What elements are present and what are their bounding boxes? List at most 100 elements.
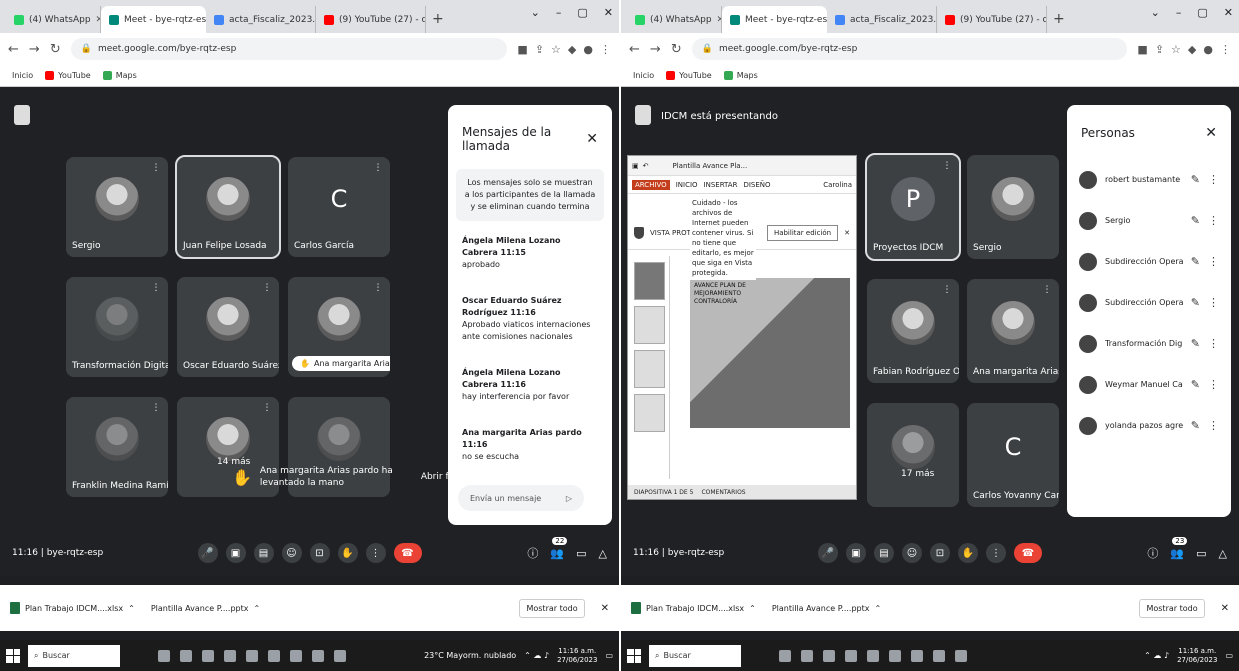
end-call-button[interactable]: ☎ — [393, 543, 422, 563]
app-icon[interactable] — [180, 649, 192, 662]
menu-icon[interactable]: ⋮ — [1220, 43, 1231, 56]
bookmark-inicio[interactable]: Inicio — [12, 71, 33, 80]
maximize-button[interactable]: ▢ — [577, 6, 587, 19]
more-options-icon[interactable]: ⋮ — [1208, 173, 1219, 186]
app-icon[interactable] — [911, 649, 923, 662]
taskbar-search[interactable]: ⌕ Buscar — [649, 644, 741, 667]
tray-icons[interactable]: ⌃ ☁ ♪ — [524, 651, 549, 660]
download-item[interactable]: Plantilla Avance P....pptx ⌃ — [6, 604, 260, 665]
participant-tile[interactable]: C ⋮ Carlos García — [288, 157, 390, 257]
participant-tile[interactable]: ⋮ Ana margarita Arias pardo — [967, 279, 1059, 383]
app-icon[interactable] — [312, 649, 324, 662]
tab-meet[interactable]: Meet - bye-rqtz-esp ✕ — [101, 6, 206, 33]
profile-icon[interactable]: ● — [583, 43, 593, 56]
activities-icon[interactable]: △ — [599, 547, 607, 560]
camera-icon[interactable]: ▣ — [225, 543, 246, 563]
participant-row[interactable]: Sergio ✎ ⋮ — [1067, 200, 1231, 241]
app-icon[interactable] — [801, 649, 813, 662]
captions-icon[interactable]: ▤ — [253, 543, 274, 563]
pin-icon[interactable]: ✎ — [1191, 255, 1200, 268]
app-icon[interactable] — [224, 649, 236, 662]
participant-tile[interactable]: C Carlos Yovanny Caro Mil... — [967, 403, 1059, 507]
participant-row[interactable]: Transformación Digital I...✎⋮ — [1067, 323, 1231, 364]
notifications-icon[interactable]: ▭ — [1225, 651, 1233, 660]
app-icon[interactable] — [889, 649, 901, 662]
app-icon[interactable] — [290, 649, 302, 662]
app-icon[interactable] — [933, 649, 945, 662]
participant-tile[interactable]: ⋮ Oscar Eduardo Suárez Rodr... — [177, 277, 279, 377]
clock[interactable]: 11:16 a.m. 27/06/2023 — [1177, 647, 1217, 665]
raise-hand-icon[interactable]: ✋ — [958, 543, 978, 563]
clock[interactable]: 11:16 a.m. 27/06/2023 — [557, 647, 597, 665]
more-options-icon[interactable]: ⋮ — [1208, 214, 1219, 227]
participant-row[interactable]: Weymar Manuel Carr...✎⋮ — [1067, 364, 1231, 405]
participant-tile[interactable]: ⋮ Franklin Medina Ramírez — [66, 397, 168, 497]
share-icon[interactable]: ⇪ — [535, 43, 544, 56]
app-icon[interactable] — [268, 649, 280, 662]
reload-icon[interactable]: ↻ — [50, 42, 61, 57]
camera-icon[interactable]: ▣ — [846, 543, 866, 563]
mic-icon[interactable]: 🎤 — [818, 543, 838, 563]
app-icon[interactable] — [823, 649, 835, 662]
tab-whatsapp[interactable]: (4) WhatsApp ✕ — [6, 6, 101, 33]
extensions-icon[interactable]: ◆ — [1188, 43, 1196, 56]
participant-row[interactable]: Subdirección Operativa✎⋮ — [1067, 241, 1231, 282]
participant-row[interactable]: robert bustamante ✎ ⋮ — [1067, 159, 1231, 200]
participant-tile[interactable]: 17 más — [867, 403, 959, 507]
close-icon[interactable]: ✕ — [1205, 125, 1217, 141]
windows-start-icon[interactable] — [6, 648, 20, 663]
minimize-button[interactable]: – — [556, 6, 562, 19]
maximize-button[interactable]: ▢ — [1197, 6, 1207, 19]
close-window-button[interactable]: ✕ — [1224, 6, 1233, 19]
participant-row[interactable]: yolanda pazos agredo✎⋮ — [1067, 405, 1231, 446]
more-options-icon[interactable]: ⋮ — [1208, 255, 1219, 268]
info-icon[interactable]: ⓘ — [1147, 545, 1158, 561]
tab-youtube[interactable]: (9) YouTube (27) - cap... ✕ — [937, 6, 1047, 33]
forward-icon[interactable]: → — [29, 42, 40, 57]
app-icon[interactable] — [202, 649, 214, 662]
windows-start-icon[interactable] — [627, 648, 641, 663]
new-tab-button[interactable]: + — [1047, 6, 1071, 33]
new-tab-button[interactable]: + — [426, 6, 450, 33]
star-icon[interactable]: ☆ — [551, 43, 561, 56]
participant-tile[interactable]: ⋮ Transformación Digital IDCM — [66, 277, 168, 377]
url-input[interactable]: 🔒 meet.google.com/bye-rqtz-esp — [70, 38, 508, 60]
weather-status[interactable]: 23°C Mayorm. nublado — [424, 651, 516, 660]
chat-icon[interactable]: ▭ — [1196, 547, 1206, 560]
bookmark-inicio[interactable]: Inicio — [633, 71, 654, 80]
bookmark-maps[interactable]: Maps — [723, 71, 758, 80]
captions-icon[interactable]: ▤ — [874, 543, 894, 563]
send-icon[interactable]: ▷ — [566, 494, 572, 503]
end-call-button[interactable]: ☎ — [1014, 543, 1042, 563]
menu-icon[interactable]: ⋮ — [600, 43, 611, 56]
close-icon[interactable]: ✕ — [1221, 603, 1229, 614]
participant-tile[interactable]: ⋮ ✋ Ana margarita Arias pardo — [288, 277, 390, 377]
chevron-down-icon[interactable]: ⌄ — [1151, 6, 1160, 19]
show-all-button[interactable]: Mostrar todo — [1139, 598, 1205, 618]
reload-icon[interactable]: ↻ — [671, 42, 682, 57]
chat-icon[interactable]: ▭ — [576, 547, 586, 560]
app-icon[interactable] — [955, 649, 967, 662]
tab-pdf[interactable]: acta_Fiscaliz_2023.pdf ✕ — [206, 6, 316, 33]
profile-icon[interactable]: ● — [1203, 43, 1213, 56]
app-icon[interactable] — [779, 649, 791, 662]
participant-tile[interactable]: Juan Felipe Losada — [175, 155, 281, 259]
participant-tile[interactable]: ⋮ Fabian Rodríguez Olivares — [867, 279, 959, 383]
present-icon[interactable]: ⊡ — [309, 543, 330, 563]
pin-icon[interactable]: ✎ — [1191, 337, 1200, 350]
download-item[interactable]: Plan Trabajo IDCM....xlsx ⌃ — [10, 602, 135, 614]
pin-icon[interactable]: ✎ — [1191, 378, 1200, 391]
pin-icon[interactable]: ✎ — [1191, 296, 1200, 309]
more-options-icon[interactable]: ⋮ — [1208, 378, 1219, 391]
pin-icon[interactable]: ✎ — [1191, 173, 1200, 186]
mic-icon[interactable]: 🎤 — [197, 543, 218, 563]
notifications-icon[interactable]: ▭ — [605, 651, 613, 660]
tab-meet[interactable]: Meet - bye-rqtz-esp ✕ — [722, 6, 827, 33]
download-item[interactable]: Plantilla Avance P....pptx ⌃ — [627, 604, 881, 665]
more-options-icon[interactable]: ⋮ — [1208, 296, 1219, 309]
bookmark-youtube[interactable]: YouTube — [45, 71, 91, 80]
tab-pdf[interactable]: acta_Fiscaliz_2023.pdf ✕ — [827, 6, 937, 33]
tab-whatsapp[interactable]: (4) WhatsApp ✕ — [627, 6, 722, 33]
back-icon[interactable]: ← — [8, 42, 19, 57]
minimize-button[interactable]: – — [1176, 6, 1182, 19]
